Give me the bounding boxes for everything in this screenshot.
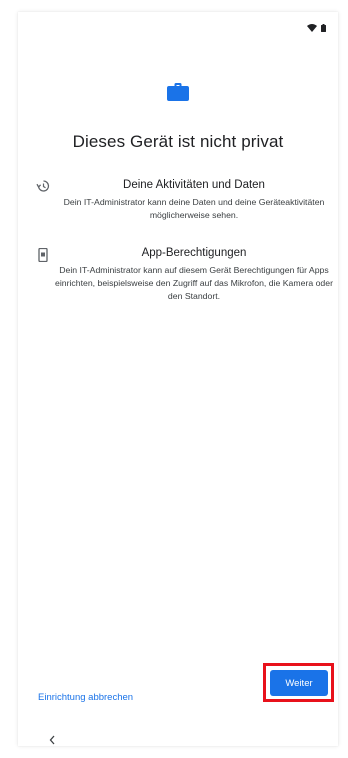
page-title: Dieses Gerät ist nicht privat (72, 132, 284, 151)
wifi-icon (307, 24, 317, 32)
device-app-icon (36, 247, 50, 263)
next-button[interactable]: Weiter (270, 670, 328, 696)
battery-icon (321, 24, 326, 32)
status-bar (307, 20, 326, 36)
info-title-permissions: App-Berechtigungen (141, 247, 247, 259)
history-icon (36, 179, 50, 193)
phone-frame: Dieses Gerät ist nicht privat Deine Akti… (18, 12, 338, 746)
screen: Dieses Gerät ist nicht privat Deine Akti… (0, 0, 348, 758)
info-text-permissions: App-Berechtigungen Dein IT-Administrator… (54, 246, 334, 304)
info-body-permissions: Dein IT-Administrator kann auf diesem Ge… (55, 265, 333, 302)
briefcase-icon (167, 83, 189, 101)
info-text-activity: Deine Aktivitäten und Daten Dein IT-Admi… (54, 178, 334, 222)
info-title-activity: Deine Aktivitäten und Daten (123, 179, 265, 191)
chevron-left-icon[interactable] (48, 733, 56, 745)
cancel-setup-link[interactable]: Einrichtung abbrechen (38, 692, 133, 703)
info-body-activity: Dein IT-Administrator kann deine Daten u… (63, 197, 325, 221)
